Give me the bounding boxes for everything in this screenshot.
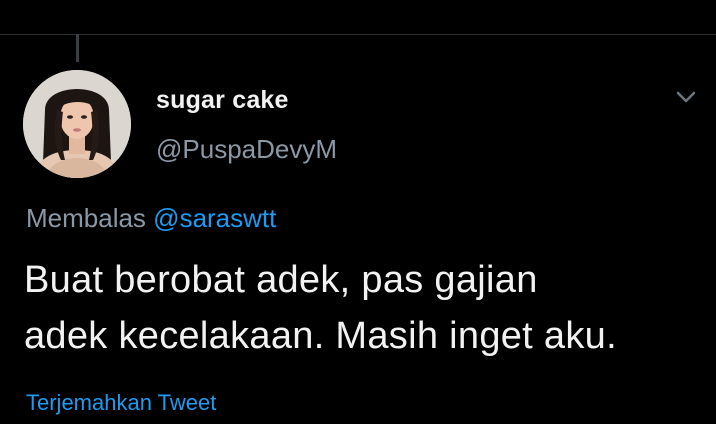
top-divider — [0, 34, 716, 35]
author-handle[interactable]: @PuspaDevyM — [156, 134, 337, 165]
thread-connector-line — [76, 34, 79, 62]
tweet-text-line: adek kecelakaan. Masih inget aku. — [24, 315, 617, 357]
reply-mention-link[interactable]: @saraswtt — [153, 203, 276, 233]
reply-context-prefix: Membalas — [26, 203, 146, 233]
chevron-down-icon[interactable] — [674, 88, 698, 106]
reply-context: Membalas @saraswtt — [26, 203, 276, 234]
translate-tweet-link[interactable]: Terjemahkan Tweet — [26, 390, 216, 416]
author-display-name[interactable]: sugar cake — [156, 86, 289, 115]
avatar[interactable] — [23, 70, 131, 178]
profile-photo-icon — [23, 70, 131, 178]
tweet-text: Buat berobat adek, pas gajian adek kecel… — [24, 252, 704, 364]
tweet-text-line: Buat berobat adek, pas gajian — [24, 259, 538, 301]
